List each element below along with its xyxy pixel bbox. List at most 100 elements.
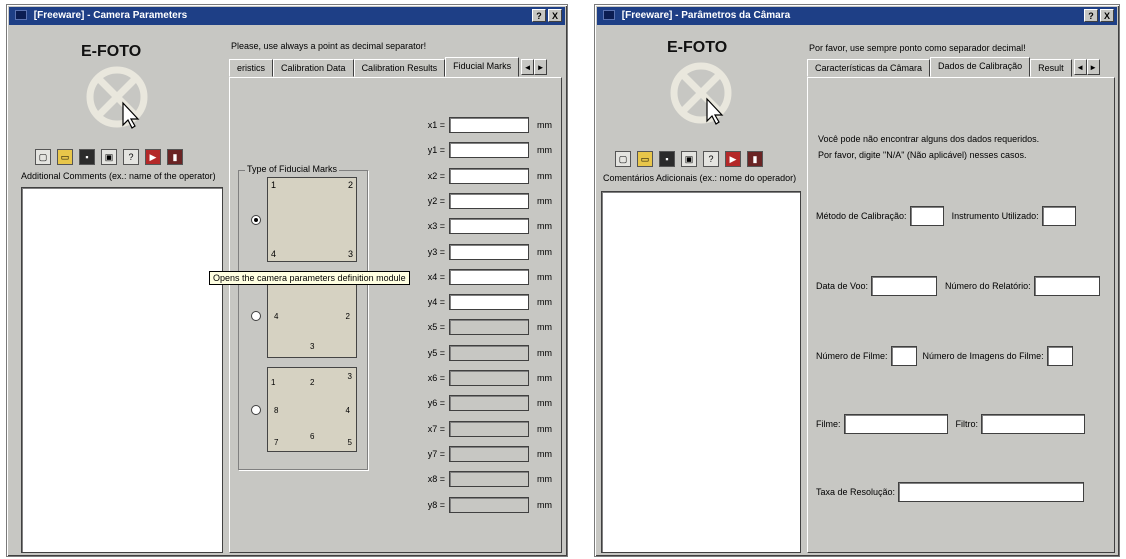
comments-textarea[interactable]	[601, 191, 801, 553]
new-file-icon[interactable]: ▢	[615, 151, 631, 167]
coordinate-label: x3 =	[427, 221, 445, 232]
mark-label: 4	[345, 406, 350, 415]
coordinate-row: x8 = mm	[419, 471, 552, 488]
unit-label: mm	[537, 373, 552, 383]
coordinate-row: y8 = mm	[419, 496, 552, 513]
fiducial-type-2-image[interactable]: 1 2 3 4	[267, 273, 357, 358]
flight-date-input[interactable]	[871, 276, 938, 296]
tab-fiducial-marks[interactable]: Fiducial Marks	[445, 57, 520, 77]
tab-scroll-left-icon[interactable]: ◄	[521, 59, 535, 75]
report-number-input[interactable]	[1033, 276, 1100, 296]
window-icon[interactable]: ▣	[681, 151, 697, 167]
close-button[interactable]: X	[1100, 9, 1114, 22]
new-file-icon[interactable]: ▢	[35, 149, 51, 165]
coordinate-row: x7 = mm	[419, 420, 552, 437]
efoto-logo-icon[interactable]	[669, 61, 733, 125]
tab-scroll-left-icon[interactable]: ◄	[1073, 59, 1087, 75]
coordinate-input[interactable]	[449, 243, 529, 260]
coordinate-input[interactable]	[449, 370, 529, 386]
help-button[interactable]: ?	[1084, 9, 1098, 22]
coordinate-input[interactable]	[449, 420, 529, 437]
title-bar[interactable]: [Freeware] - Camera Parameters ? X	[9, 7, 565, 25]
exit-door-icon[interactable]: ▮	[167, 149, 183, 165]
save-disk-icon[interactable]: ▪	[659, 151, 675, 167]
tab-scroll-right-icon[interactable]: ►	[1086, 59, 1100, 75]
tab-calibration-data[interactable]: Dados de Calibração	[930, 57, 1031, 77]
filter-input[interactable]	[981, 414, 1085, 434]
coordinate-input[interactable]	[449, 117, 529, 133]
tab-results[interactable]: Result	[1030, 59, 1072, 77]
fiducial-type-1-radio[interactable]	[251, 215, 261, 225]
title-bar[interactable]: [Freeware] - Parâmetros da Câmara ? X	[597, 7, 1117, 25]
efoto-logo-icon[interactable]	[85, 65, 149, 129]
unit-label: mm	[537, 398, 552, 409]
instrument-used-input[interactable]	[1041, 206, 1076, 226]
mark-label: 6	[310, 432, 315, 441]
camera-icon[interactable]: ▶	[145, 149, 161, 165]
help-question-icon[interactable]: ?	[123, 149, 139, 165]
calibration-method-input[interactable]	[909, 206, 944, 226]
coordinate-input[interactable]	[449, 142, 529, 159]
tab-bar: eristics Calibration Data Calibration Re…	[229, 57, 548, 77]
fiducial-type-3-image[interactable]: 1 2 3 8 4 7 6 5	[267, 367, 357, 452]
open-folder-icon[interactable]: ▭	[637, 151, 653, 167]
fiducial-type-2-radio[interactable]	[251, 311, 261, 321]
film-images-input[interactable]	[1046, 346, 1073, 366]
resolution-rate-input[interactable]	[898, 482, 1085, 502]
tooltip: Opens the camera parameters definition m…	[209, 271, 410, 285]
tab-calibration-results[interactable]: Calibration Results	[353, 59, 446, 77]
coordinate-input[interactable]	[449, 192, 529, 209]
unit-label: mm	[537, 246, 552, 257]
unit-label: mm	[537, 474, 552, 485]
tab-calibration-data[interactable]: Calibration Data	[273, 59, 354, 77]
coordinate-label: y8 =	[427, 499, 445, 510]
tab-camera-characteristics[interactable]: Características da Câmara	[807, 59, 931, 77]
unit-label: mm	[537, 347, 552, 358]
toolbar: ▢ ▭ ▪ ▣ ? ▶ ▮	[35, 149, 183, 165]
exit-door-icon[interactable]: ▮	[747, 151, 763, 167]
coordinate-label: x6 =	[427, 373, 445, 383]
help-button[interactable]: ?	[532, 9, 546, 22]
camera-icon[interactable]: ▶	[725, 151, 741, 167]
tab-scroll-right-icon[interactable]: ►	[534, 59, 548, 75]
fiducial-type-3-radio[interactable]	[251, 405, 261, 415]
comments-label: Additional Comments (ex.: name of the op…	[21, 171, 216, 181]
coordinate-input[interactable]	[449, 471, 529, 488]
film-number-input[interactable]	[890, 346, 917, 366]
fiducial-type-1-image[interactable]: 1 2 4 3	[267, 177, 357, 262]
help-question-icon[interactable]: ?	[703, 151, 719, 167]
mark-label: 7	[274, 438, 279, 447]
coordinate-label: y7 =	[427, 448, 445, 459]
tab-characteristics[interactable]: eristics	[229, 59, 274, 77]
coordinate-input[interactable]	[449, 218, 529, 235]
coordinate-row: y4 = mm	[419, 294, 552, 311]
parametros-camara-window: [Freeware] - Parâmetros da Câmara ? X E-…	[594, 4, 1120, 557]
window-icon[interactable]: ▣	[101, 149, 117, 165]
open-folder-icon[interactable]: ▭	[57, 149, 73, 165]
tab-bar: Características da Câmara Dados de Calib…	[807, 57, 1100, 77]
coordinate-input[interactable]	[449, 445, 529, 462]
instrument-used-label: Instrumento Utilizado:	[951, 211, 1039, 221]
coordinate-row: y2 = mm	[419, 192, 552, 209]
close-button[interactable]: X	[548, 9, 562, 22]
save-disk-icon[interactable]: ▪	[79, 149, 95, 165]
decimal-separator-note: Por favor, use sempre ponto como separad…	[809, 43, 1026, 53]
comments-textarea[interactable]	[21, 187, 223, 553]
mark-label: 1	[271, 378, 276, 387]
mark-label: 3	[310, 342, 315, 351]
coordinate-input[interactable]	[449, 344, 529, 361]
film-input[interactable]	[843, 414, 948, 434]
coordinate-input[interactable]	[449, 167, 529, 184]
mark-label: 2	[310, 378, 315, 387]
coordinate-input[interactable]	[449, 294, 529, 311]
coordinate-input[interactable]	[449, 496, 529, 513]
mark-label: 3	[347, 372, 352, 381]
coordinate-input[interactable]	[449, 268, 529, 285]
coordinate-input[interactable]	[449, 319, 529, 336]
coordinate-input[interactable]	[449, 395, 529, 412]
film-label: Filme:	[816, 419, 841, 429]
coordinate-row: x1 = mm	[419, 117, 552, 133]
unit-label: mm	[537, 120, 552, 130]
calibration-data-panel: Você pode não encontrar alguns dos dados…	[807, 77, 1115, 553]
unit-label: mm	[537, 322, 552, 333]
